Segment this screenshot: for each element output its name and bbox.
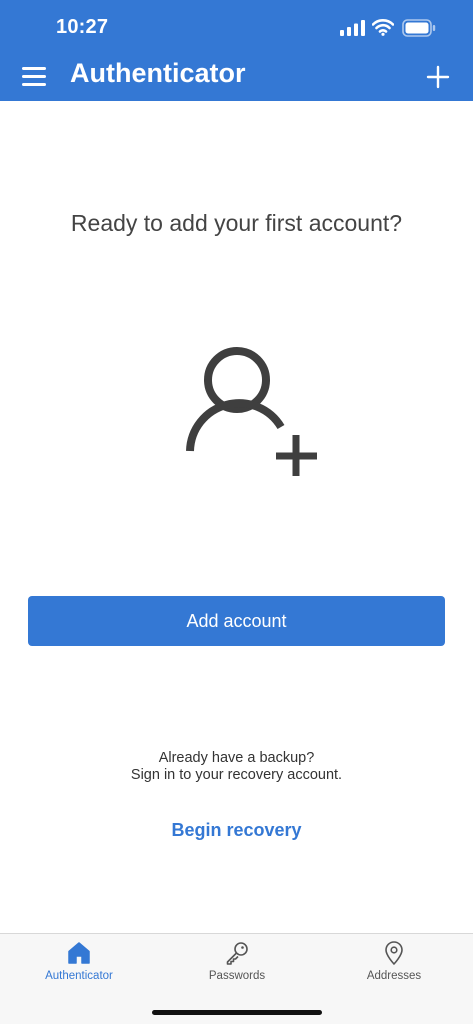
page-title: Authenticator [70,58,246,88]
backup-instruction: Sign in to your recovery account. [130,767,343,783]
add-account-button[interactable]: Add account [28,596,445,646]
empty-state-headline: Ready to add your first account? [70,210,403,236]
key-icon [226,942,248,965]
app-header: 10:27 Authenticator [0,0,473,101]
backup-prompt: Already have a backup? Sign in to your r… [0,750,473,784]
tab-label: Passwords [208,970,266,982]
tab-authenticator[interactable]: Authenticator [0,940,158,990]
add-person-icon [186,347,317,476]
tab-label: Authenticator [45,970,113,982]
home-indicator [152,1010,322,1015]
add-icon[interactable] [426,65,450,89]
tab-addresses[interactable]: Addresses [315,940,473,990]
bottom-tab-bar: Authenticator Passwords Addresses [0,933,473,1024]
tab-label: Addresses [366,970,422,982]
backup-question: Already have a backup? [158,750,315,766]
wifi-icon [372,19,394,36]
begin-recovery-link[interactable]: Begin recovery [0,820,473,841]
tab-passwords[interactable]: Passwords [158,940,316,990]
status-time: 10:27 [56,16,109,38]
home-icon [68,942,90,964]
signal-icon [340,20,365,36]
location-pin-icon [385,941,403,965]
nav-bar: Authenticator [0,56,473,101]
battery-icon [402,19,436,37]
menu-button[interactable] [22,64,48,90]
status-bar: 10:27 [0,0,473,56]
